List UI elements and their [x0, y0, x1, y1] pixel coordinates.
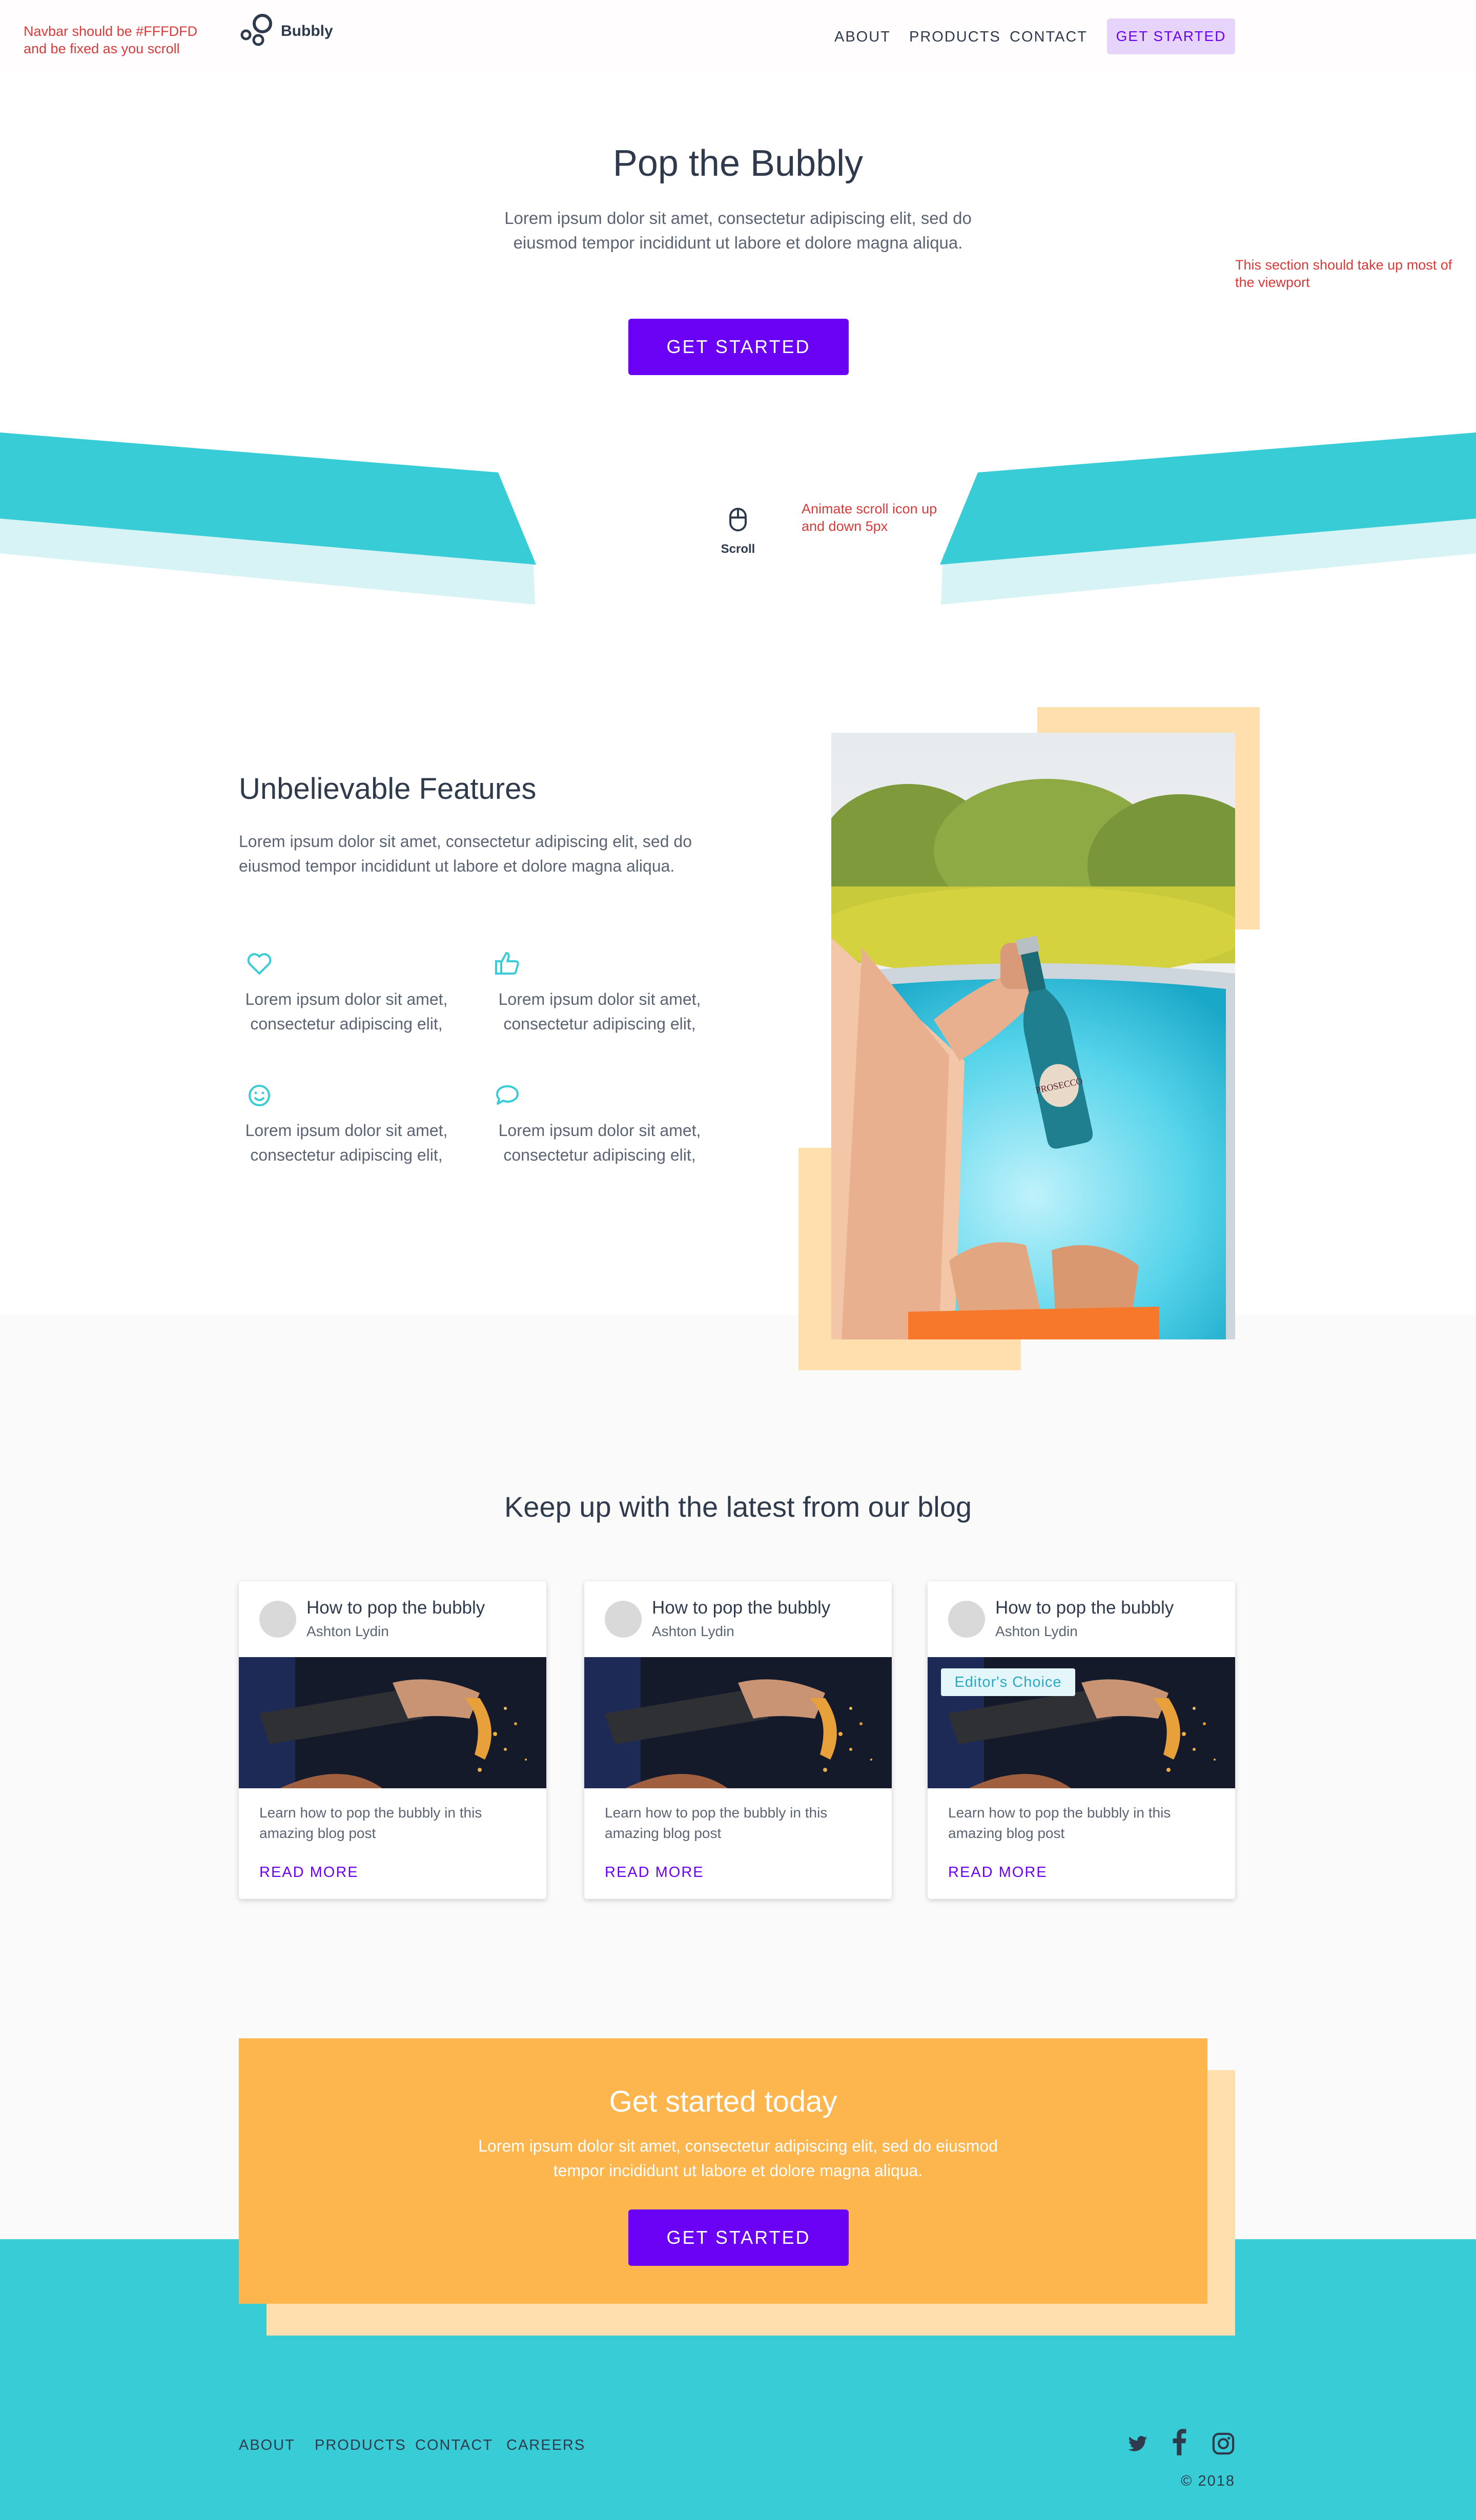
champagne-pour-photo: [239, 1657, 546, 1788]
footer-link-products[interactable]: PRODUCTS: [315, 2437, 406, 2454]
cta-subtitle: Lorem ipsum dolor sit amet, consectetur …: [478, 2137, 998, 2180]
blog-post-author: Ashton Lydin: [995, 1623, 1078, 1639]
logo-text[interactable]: Bubbly: [281, 23, 333, 40]
left-stripe-decoration: [0, 432, 536, 605]
hero-get-started-button[interactable]: GET STARTED: [628, 319, 849, 375]
cta-title: Get started today: [609, 2085, 837, 2118]
hero-subtitle: Lorem ipsum dolor sit amet, consectetur …: [504, 209, 972, 252]
editors-choice-badge: Editor's Choice: [941, 1668, 1075, 1696]
blog-post-description: Learn how to pop the bubbly in this amaz…: [605, 1805, 828, 1841]
scroll-label: Scroll: [721, 542, 755, 556]
blog-card-1[interactable]: How to pop the bubbly Ashton Lydin Learn…: [239, 1581, 546, 1899]
read-more-link[interactable]: READ MORE: [948, 1864, 1048, 1881]
feature-text-3: Lorem ipsum dolor sit amet, consectetur …: [245, 1121, 448, 1164]
scroll-note: Animate scroll icon up and down 5px: [802, 501, 937, 534]
chat-bubble-icon: [496, 1085, 519, 1105]
thumbs-up-icon: [495, 952, 519, 975]
blog-post-title[interactable]: How to pop the bubbly: [995, 1598, 1174, 1618]
nav-link-contact[interactable]: CONTACT: [1010, 29, 1088, 46]
blog-post-description: Learn how to pop the bubbly in this amaz…: [259, 1805, 482, 1841]
read-more-link[interactable]: READ MORE: [605, 1864, 704, 1881]
nav-link-products[interactable]: PRODUCTS: [909, 29, 1001, 46]
blog-post-title[interactable]: How to pop the bubbly: [652, 1598, 830, 1618]
avatar: [948, 1601, 985, 1638]
pool-bottle-photo: PROSECCO: [831, 733, 1235, 1339]
feature-text-2: Lorem ipsum dolor sit amet, consectetur …: [498, 990, 701, 1033]
read-more-link[interactable]: READ MORE: [259, 1864, 359, 1881]
facebook-icon[interactable]: [1172, 2429, 1187, 2455]
navbar-note: Navbar should be #FFFDFD and be fixed as…: [24, 24, 198, 56]
feature-text-4: Lorem ipsum dolor sit amet, consectetur …: [498, 1121, 701, 1164]
bubbles-logo-icon[interactable]: [239, 12, 276, 47]
footer-link-about[interactable]: ABOUT: [239, 2437, 295, 2454]
mouse-icon[interactable]: [729, 507, 747, 533]
navbar: [0, 0, 1476, 72]
footer-link-careers[interactable]: CAREERS: [506, 2437, 585, 2454]
twitter-icon[interactable]: [1126, 2434, 1149, 2454]
hero-title: Pop the Bubbly: [612, 143, 864, 184]
features-title: Unbelievable Features: [239, 772, 537, 805]
hero-note: This section should take up most of the …: [1235, 257, 1452, 290]
heart-icon: [247, 953, 272, 975]
footer-link-contact[interactable]: CONTACT: [415, 2437, 493, 2454]
nav-get-started-button[interactable]: GET STARTED: [1107, 18, 1235, 54]
avatar: [259, 1601, 296, 1638]
copyright: © 2018: [1181, 2473, 1235, 2489]
blog-post-author: Ashton Lydin: [306, 1623, 389, 1639]
blog-post-description: Learn how to pop the bubbly in this amaz…: [948, 1805, 1171, 1841]
blog-card-3[interactable]: How to pop the bubbly Ashton Lydin Edito…: [928, 1581, 1235, 1899]
blog-post-author: Ashton Lydin: [652, 1623, 734, 1639]
right-stripe-decoration: [940, 432, 1476, 605]
smiley-icon: [249, 1085, 270, 1106]
features-subtitle: Lorem ipsum dolor sit amet, consectetur …: [239, 832, 692, 875]
champagne-pour-photo: [584, 1657, 892, 1788]
feature-text-1: Lorem ipsum dolor sit amet, consectetur …: [245, 990, 448, 1033]
avatar: [605, 1601, 642, 1638]
blog-card-2[interactable]: How to pop the bubbly Ashton Lydin Learn…: [584, 1581, 892, 1899]
nav-link-about[interactable]: ABOUT: [834, 29, 891, 46]
cta-get-started-button[interactable]: GET STARTED: [628, 2209, 849, 2266]
instagram-icon[interactable]: [1212, 2432, 1235, 2455]
blog-title: Keep up with the latest from our blog: [504, 1491, 972, 1523]
blog-post-title[interactable]: How to pop the bubbly: [306, 1598, 485, 1618]
